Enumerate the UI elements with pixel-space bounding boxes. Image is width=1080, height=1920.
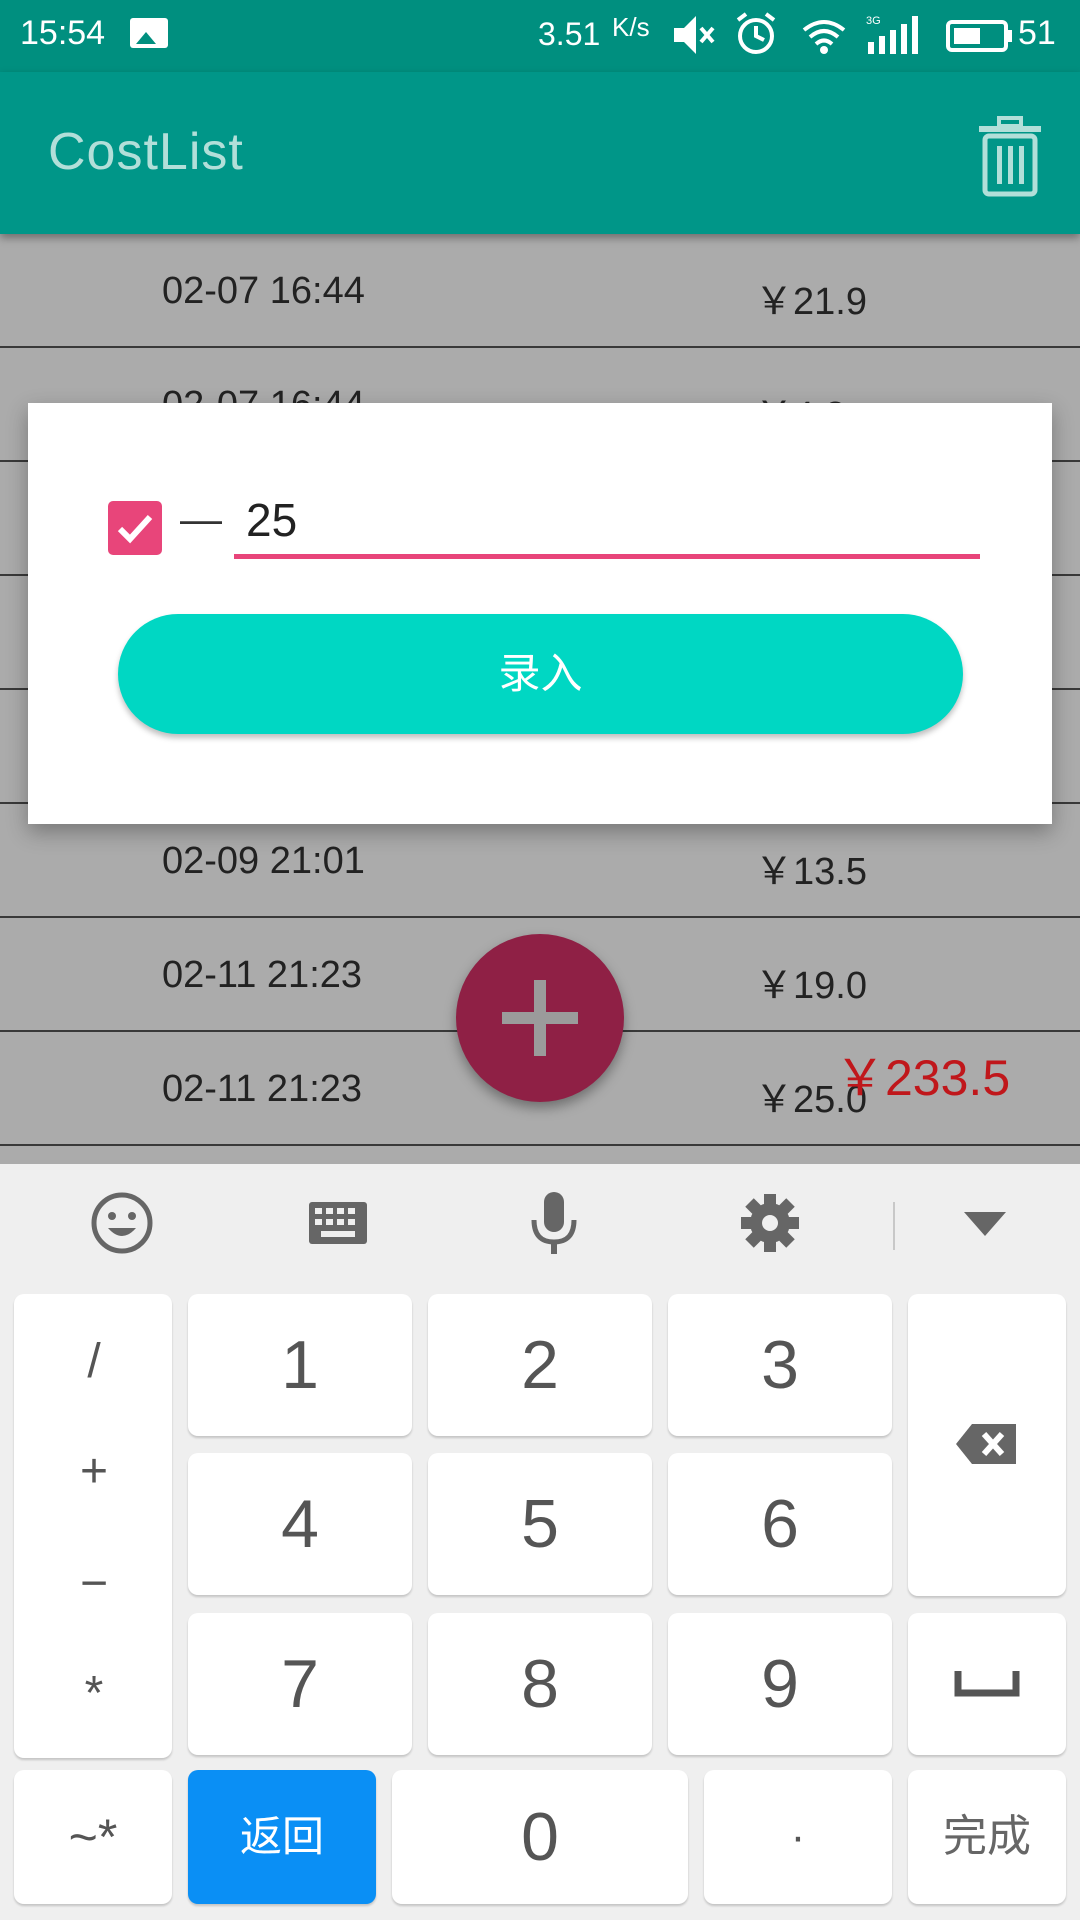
- back-key[interactable]: 返回: [188, 1770, 376, 1904]
- submit-button[interactable]: 录入: [118, 614, 963, 734]
- trash-icon[interactable]: [975, 116, 1045, 198]
- emoji-icon[interactable]: [87, 1188, 157, 1258]
- wifi-icon: [802, 20, 846, 54]
- network-speed-unit: K/s: [612, 12, 650, 42]
- network-speed: 3.51: [538, 16, 601, 52]
- keyboard-toolbar: [0, 1164, 1080, 1282]
- toolbar-divider: [893, 1202, 895, 1250]
- amount-input[interactable]: [234, 485, 980, 559]
- microphone-icon[interactable]: [519, 1188, 589, 1258]
- check-icon: [117, 514, 153, 544]
- svg-text:3G: 3G: [866, 15, 881, 27]
- battery-icon: [946, 20, 1012, 52]
- backspace-icon: [956, 1424, 1016, 1464]
- digit-key-3[interactable]: 3: [668, 1294, 892, 1436]
- numeric-keyboard: / + − * 1 2 3 4 5 6 7 8 9 ~* 返回 0 · 完成: [0, 1164, 1080, 1920]
- digit-key-2[interactable]: 2: [428, 1294, 652, 1436]
- digit-key-4[interactable]: 4: [188, 1453, 412, 1595]
- expense-checkbox[interactable]: [108, 501, 162, 555]
- backspace-key[interactable]: [908, 1294, 1066, 1596]
- digit-key-0[interactable]: 0: [392, 1770, 688, 1904]
- cellular-signal-icon: 3G: [866, 15, 918, 54]
- collapse-icon[interactable]: [950, 1188, 1020, 1258]
- plus-key[interactable]: +: [14, 1444, 174, 1499]
- sign-label: —: [180, 495, 222, 542]
- digit-key-5[interactable]: 5: [428, 1453, 652, 1595]
- symbol-key-column: / + − *: [14, 1294, 172, 1758]
- done-key[interactable]: 完成: [908, 1770, 1066, 1904]
- app-bar: CostList: [0, 72, 1080, 234]
- digit-key-9[interactable]: 9: [668, 1613, 892, 1755]
- digit-key-7[interactable]: 7: [188, 1613, 412, 1755]
- mute-icon: [674, 16, 715, 54]
- battery-percent: 51: [1018, 14, 1056, 52]
- settings-icon[interactable]: [735, 1188, 805, 1258]
- keyboard-icon[interactable]: [303, 1188, 373, 1258]
- digit-key-6[interactable]: 6: [668, 1453, 892, 1595]
- decimal-point-key[interactable]: ·: [704, 1770, 892, 1904]
- image-notification-icon: [130, 18, 168, 48]
- digit-key-8[interactable]: 8: [428, 1613, 652, 1755]
- status-bar: 15:54 3.51 K/s 3G 51: [0, 0, 1080, 72]
- total-amount: ￥233.5: [835, 1050, 1011, 1106]
- add-cost-dialog: — 录入: [28, 403, 1052, 824]
- status-time: 15:54: [20, 14, 106, 52]
- slash-key[interactable]: /: [14, 1334, 174, 1389]
- multiply-key[interactable]: *: [14, 1666, 174, 1721]
- space-key[interactable]: [908, 1613, 1066, 1755]
- digit-key-1[interactable]: 1: [188, 1294, 412, 1436]
- alarm-icon: [736, 12, 776, 54]
- app-title: CostList: [48, 123, 244, 181]
- space-icon: [954, 1671, 1020, 1697]
- symbols-switch-key[interactable]: ~*: [14, 1770, 172, 1904]
- minus-key[interactable]: −: [14, 1556, 174, 1611]
